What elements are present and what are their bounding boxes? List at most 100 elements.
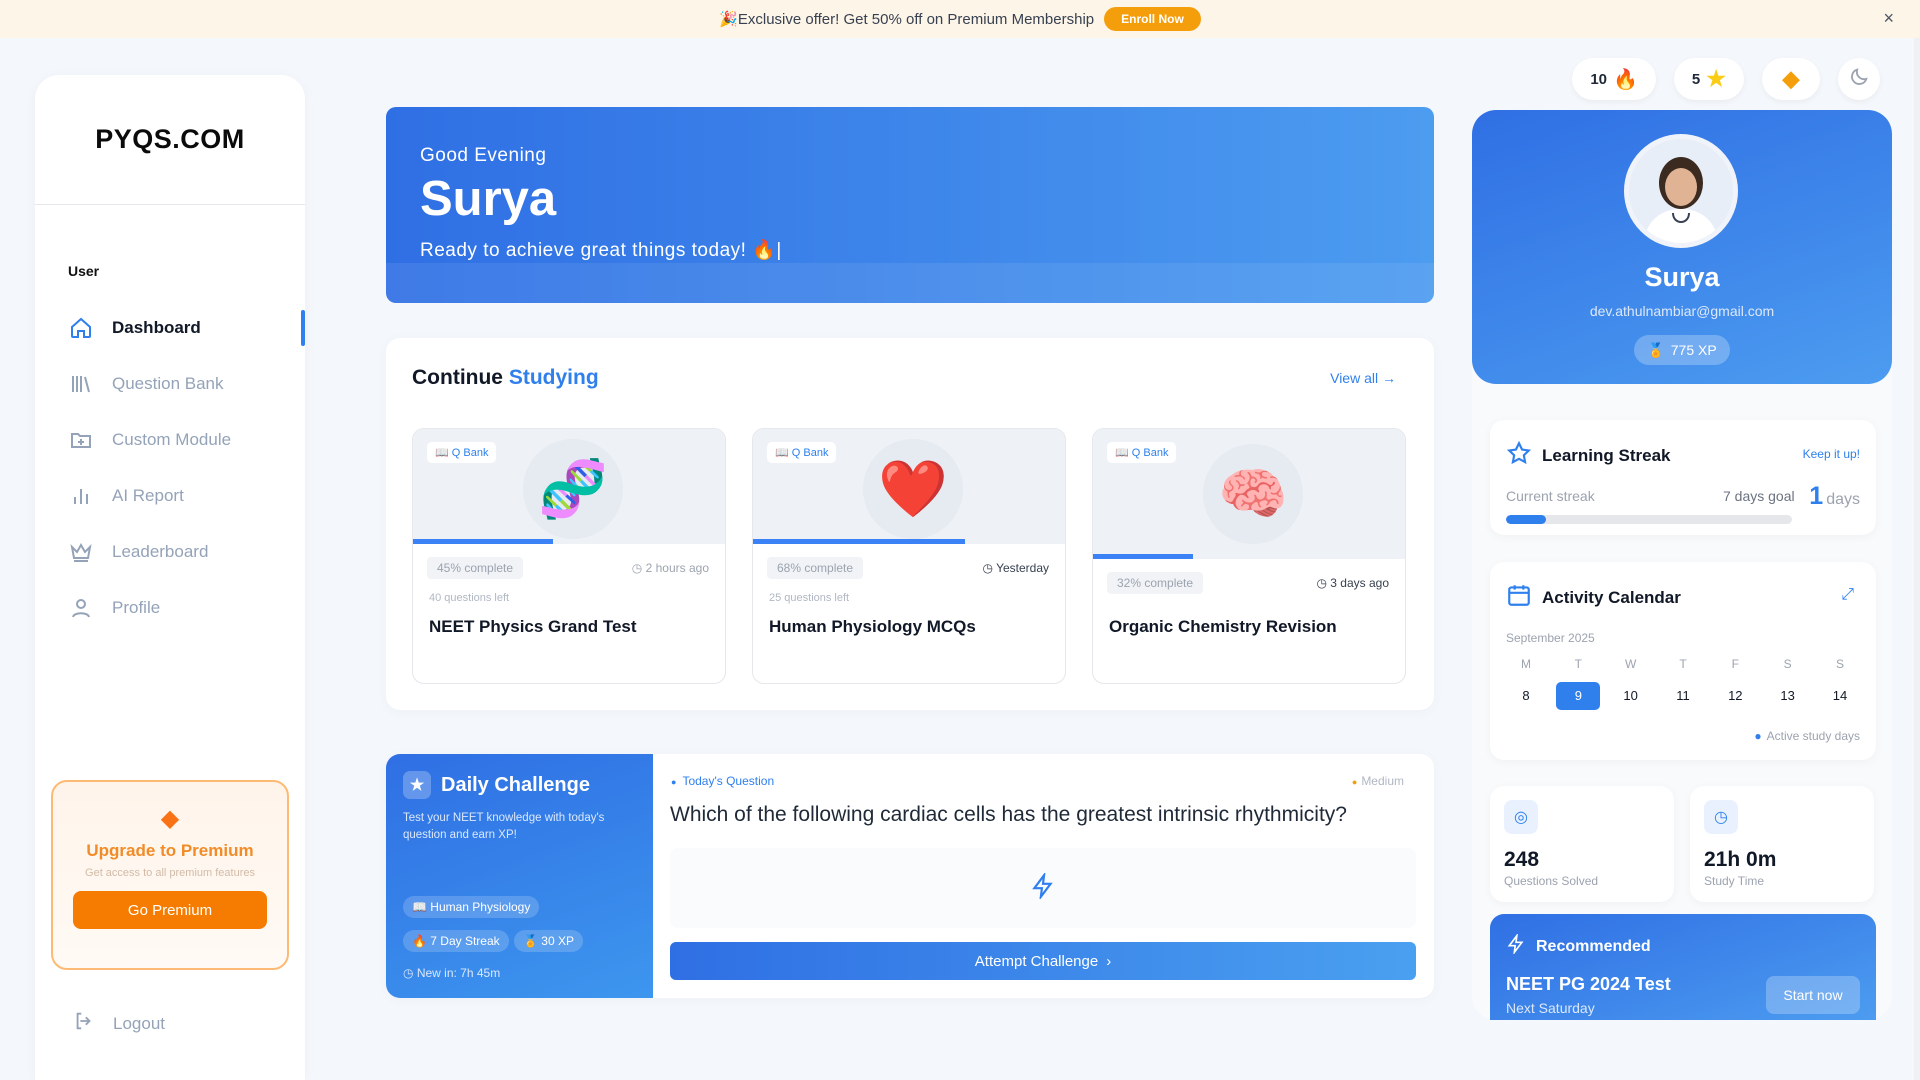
calendar-day[interactable]: 14 bbox=[1818, 682, 1862, 710]
streak-count: 10 bbox=[1590, 70, 1608, 88]
study-time-value: 21h 0m bbox=[1704, 848, 1777, 871]
weekday-label: F bbox=[1731, 657, 1739, 671]
weekday-row: M T W T F S S bbox=[1504, 657, 1862, 671]
last-studied-text: 2 hours ago bbox=[645, 561, 709, 575]
qbank-tag: 📖 Q Bank bbox=[1107, 442, 1177, 463]
calendar-day-today[interactable]: 9 bbox=[1556, 682, 1601, 710]
keep-it-up-text: Keep it up! bbox=[1802, 447, 1860, 461]
card-meta: 45% complete ◷ 2 hours ago bbox=[427, 557, 709, 579]
promo-text: 🎉Exclusive offer! Get 50% off on Premium… bbox=[719, 11, 1095, 28]
streak-heading: Learning Streak bbox=[1506, 440, 1671, 471]
calendar-day[interactable]: 13 bbox=[1766, 682, 1810, 710]
logo[interactable]: PYQS.COM bbox=[35, 75, 305, 205]
date-row: 8 9 10 11 12 13 14 bbox=[1504, 682, 1862, 710]
lightning-icon bbox=[1506, 932, 1526, 959]
qbank-label: Q Bank bbox=[1131, 447, 1169, 459]
streak-counter[interactable]: 10 🔥 bbox=[1572, 58, 1656, 100]
sidebar-item-profile[interactable]: Profile bbox=[35, 580, 305, 636]
qbank-tag: 📖 Q Bank bbox=[427, 442, 497, 463]
streak-chip-label: 7 Day Streak bbox=[430, 934, 500, 948]
weekday-label: T bbox=[1574, 657, 1582, 671]
study-card[interactable]: 📖 Q Bank ❤️ 68% complete ◷ Yesterday 25 … bbox=[752, 428, 1066, 684]
diamond-icon: ◆ bbox=[160, 805, 180, 832]
sidebar-item-label: AI Report bbox=[112, 486, 184, 505]
user-icon bbox=[68, 595, 94, 621]
enroll-now-button[interactable]: Enroll Now bbox=[1104, 7, 1201, 31]
arrow-right-icon: → bbox=[1382, 370, 1396, 386]
attempt-challenge-label: Attempt Challenge bbox=[974, 952, 1099, 970]
logout-icon bbox=[73, 1010, 95, 1037]
attempt-challenge-button[interactable]: Attempt Challenge › bbox=[670, 942, 1416, 980]
clock-icon: ◷ bbox=[1704, 800, 1738, 834]
sidebar-item-ai-report[interactable]: AI Report bbox=[35, 468, 305, 524]
card-title: NEET Physics Grand Test bbox=[429, 617, 637, 636]
calendar-day[interactable]: 10 bbox=[1609, 682, 1653, 710]
study-card[interactable]: 📖 Q Bank 🧠 32% complete ◷ 3 days ago Org… bbox=[1092, 428, 1406, 684]
progress-bar bbox=[413, 539, 554, 544]
award-icon: 🏅 bbox=[1647, 341, 1665, 358]
book-icon: 📖 bbox=[1115, 447, 1129, 459]
home-icon bbox=[68, 315, 94, 341]
bar-chart-icon bbox=[68, 483, 94, 509]
star-icon: ★ bbox=[403, 771, 431, 799]
difficulty-badge: Medium bbox=[1352, 774, 1404, 788]
streak-unit: days bbox=[1826, 491, 1860, 508]
calendar-heading: Activity Calendar bbox=[1506, 582, 1681, 613]
sidebar-item-label: Profile bbox=[112, 598, 161, 617]
streak-progress-fill bbox=[1506, 515, 1547, 524]
progress-badge: 68% complete bbox=[767, 557, 864, 579]
star-icon: ★ bbox=[1706, 66, 1726, 91]
promo-banner: 🎉Exclusive offer! Get 50% off on Premium… bbox=[0, 0, 1920, 38]
questions-solved-value: 248 bbox=[1504, 848, 1540, 871]
premium-subtitle: Get access to all premium features bbox=[85, 867, 255, 879]
fire-icon: 🔥 bbox=[1613, 68, 1638, 91]
view-all-link[interactable]: View all → bbox=[1330, 370, 1396, 386]
logout-button[interactable]: Logout bbox=[73, 1010, 165, 1037]
recommended-heading: Recommended bbox=[1506, 932, 1651, 959]
calendar-legend: Active study days bbox=[1754, 729, 1860, 743]
daily-challenge-heading: ★ Daily Challenge bbox=[403, 771, 590, 799]
card-title: Organic Chemistry Revision bbox=[1109, 617, 1337, 636]
close-icon[interactable]: × bbox=[1883, 8, 1894, 29]
user-name: Surya bbox=[420, 172, 557, 226]
dark-mode-toggle[interactable] bbox=[1838, 58, 1880, 100]
sidebar-item-leaderboard[interactable]: Leaderboard bbox=[35, 524, 305, 580]
expand-icon[interactable]: ⤢ bbox=[1841, 586, 1854, 604]
go-premium-button[interactable]: Go Premium bbox=[73, 891, 267, 929]
calendar-day[interactable]: 11 bbox=[1661, 682, 1705, 710]
last-studied: ◷ 2 hours ago bbox=[631, 561, 709, 575]
card-header: 📖 Q Bank 🧠 bbox=[1093, 429, 1405, 559]
progress-badge: 45% complete bbox=[427, 557, 524, 579]
sidebar-item-question-bank[interactable]: Question Bank bbox=[35, 356, 305, 412]
xp-chip-label: 30 XP bbox=[541, 934, 574, 948]
book-icon: 📖 bbox=[775, 447, 789, 459]
sidebar-item-custom-module[interactable]: Custom Module bbox=[35, 412, 305, 468]
sidebar: PYQS.COM User Dashboard Question Bank Cu… bbox=[35, 75, 305, 1080]
weekday-label: W bbox=[1624, 657, 1637, 671]
star-counter[interactable]: 5 ★ bbox=[1673, 58, 1744, 100]
crown-icon bbox=[68, 539, 94, 565]
star-count: 5 bbox=[1691, 70, 1701, 88]
streak-value: 1 bbox=[1809, 482, 1824, 510]
streak-progress-track bbox=[1506, 515, 1792, 524]
continue-studying-section: Continue Studying View all → 📖 Q Bank 🧬 … bbox=[386, 338, 1434, 710]
questions-solved-label: Questions Solved bbox=[1504, 874, 1599, 888]
study-card[interactable]: 📖 Q Bank 🧬 45% complete ◷ 2 hours ago 40… bbox=[412, 428, 726, 684]
card-title: Human Physiology MCQs bbox=[769, 617, 976, 636]
premium-gem-button[interactable]: ◆ bbox=[1762, 58, 1820, 100]
chevron-right-icon: › bbox=[1106, 952, 1112, 970]
sidebar-item-dashboard[interactable]: Dashboard bbox=[35, 300, 305, 356]
streak-chip: 🔥 7 Day Streak bbox=[403, 930, 509, 952]
last-studied-text: Yesterday bbox=[996, 561, 1049, 575]
sidebar-item-label: Leaderboard bbox=[112, 542, 209, 561]
progress-bar bbox=[1093, 554, 1193, 559]
section-title-part: Continue bbox=[412, 366, 503, 389]
calendar-day[interactable]: 12 bbox=[1713, 682, 1757, 710]
avatar[interactable] bbox=[1624, 134, 1738, 248]
weekday-label: S bbox=[1835, 657, 1844, 671]
page-scrollbar[interactable] bbox=[1914, 38, 1920, 1080]
daily-challenge-card: ★ Daily Challenge Test your NEET knowled… bbox=[386, 754, 1434, 998]
start-now-button[interactable]: Start now bbox=[1766, 976, 1860, 1014]
sidebar-item-label: Question Bank bbox=[112, 374, 224, 393]
calendar-day[interactable]: 8 bbox=[1504, 682, 1548, 710]
